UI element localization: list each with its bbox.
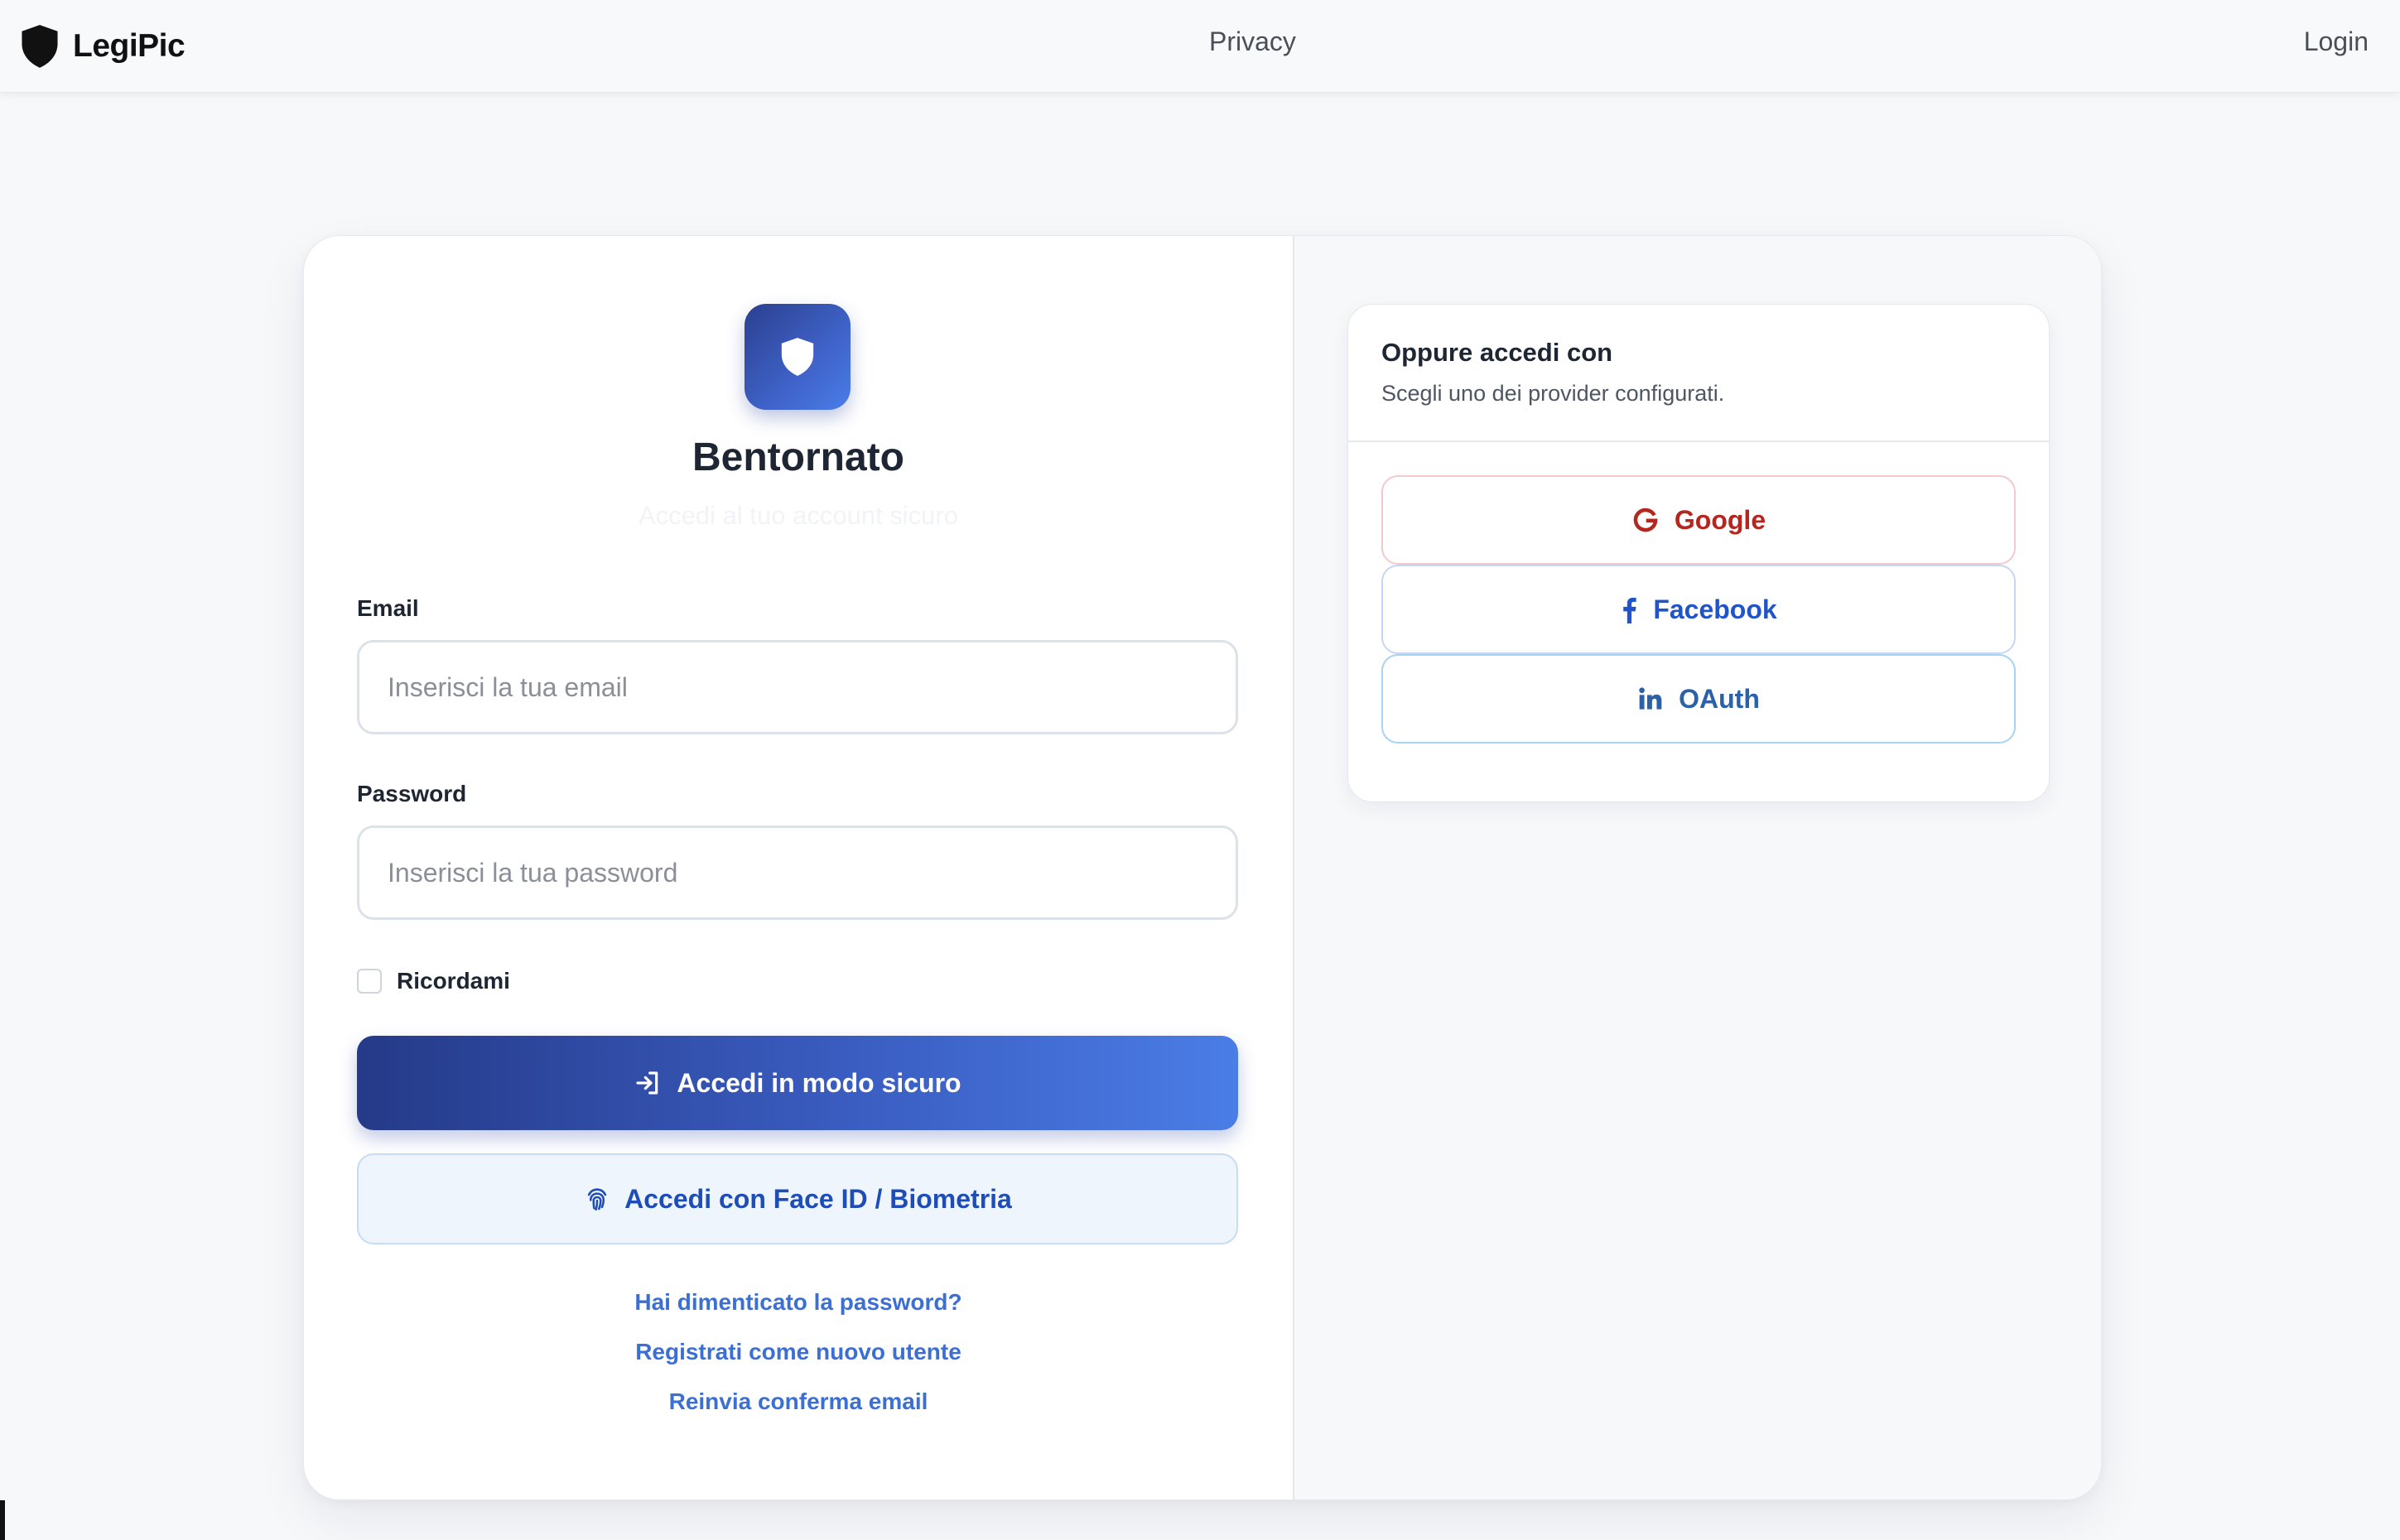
shield-icon — [781, 338, 814, 376]
biometric-button-label: Accedi con Face ID / Biometria — [624, 1183, 1012, 1214]
login-button-label: Accedi in modo sicuro — [677, 1067, 961, 1098]
login-button[interactable]: Accedi in modo sicuro — [357, 1036, 1238, 1130]
email-field[interactable] — [357, 640, 1238, 734]
google-icon — [1633, 508, 1658, 532]
google-login-button[interactable]: Google — [1381, 475, 2016, 565]
login-card: Bentornato Accedi al tuo account sicuro … — [303, 235, 2102, 1500]
providers-title: Oppure accedi con — [1381, 338, 1613, 367]
sign-in-icon — [636, 1071, 658, 1095]
brand[interactable]: LegiPic — [18, 22, 186, 71]
divider — [1348, 440, 2049, 442]
facebook-login-button[interactable]: Facebook — [1381, 565, 2016, 654]
remember-label: Ricordami — [397, 968, 510, 994]
google-label: Google — [1674, 504, 1766, 535]
register-link[interactable]: Registrati come nuovo utente — [304, 1339, 1293, 1365]
facebook-icon — [1623, 597, 1636, 623]
remember-checkbox[interactable] — [357, 969, 382, 994]
resend-confirmation-link[interactable]: Reinvia conferma email — [304, 1388, 1293, 1415]
page-title: Bentornato — [692, 436, 904, 479]
password-label: Password — [357, 781, 467, 806]
brand-name: LegiPic — [73, 28, 186, 64]
providers-subtitle: Scegli uno dei provider configurati. — [1381, 381, 1725, 406]
remember-me[interactable]: Ricordami — [357, 965, 510, 998]
password-field[interactable] — [357, 825, 1238, 920]
email-label: Email — [357, 595, 419, 621]
app-logo — [745, 304, 851, 410]
biometric-login-button[interactable]: Accedi con Face ID / Biometria — [357, 1153, 1238, 1244]
page-subtitle: Accedi al tuo account sicuro — [639, 501, 958, 530]
shield-icon — [22, 25, 58, 68]
nav-link-privacy[interactable]: Privacy — [1209, 26, 1296, 57]
fingerprint-icon — [587, 1188, 607, 1211]
forgot-password-link[interactable]: Hai dimenticato la password? — [304, 1289, 1293, 1316]
window-corner — [0, 1500, 5, 1540]
top-navbar: LegiPic Privacy Login — [0, 0, 2400, 93]
oauth-login-button[interactable]: OAuth — [1381, 654, 2016, 744]
nav-link-login[interactable]: Login — [2304, 26, 2369, 57]
facebook-label: Facebook — [1653, 594, 1777, 624]
providers-card: Oppure accedi con Scegli uno dei provide… — [1347, 304, 2050, 802]
linkedin-icon — [1639, 687, 1662, 710]
oauth-label: OAuth — [1679, 683, 1760, 714]
